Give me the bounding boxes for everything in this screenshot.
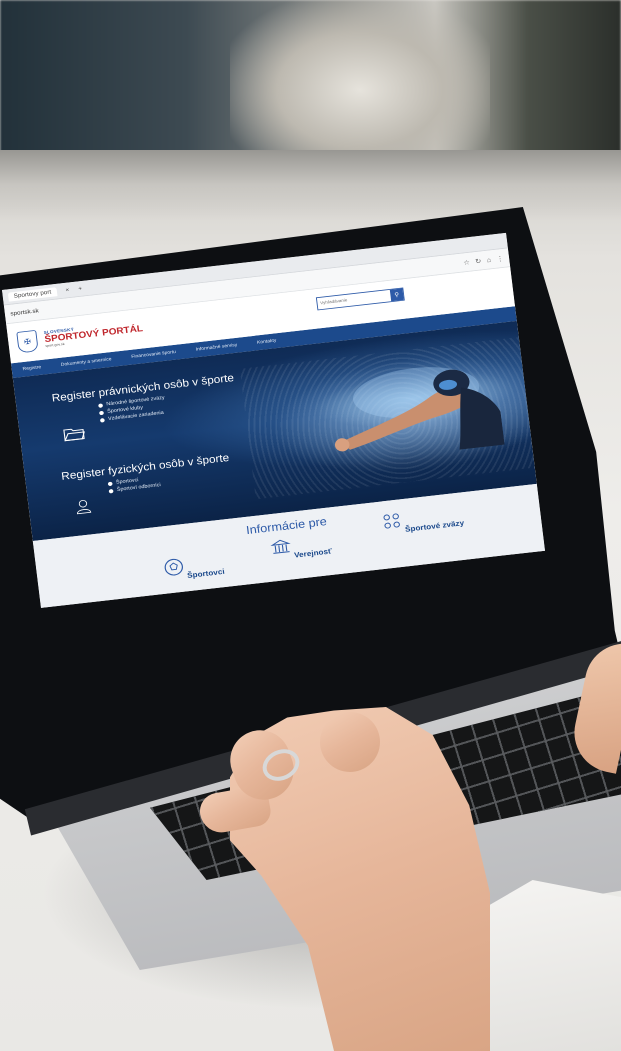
info-label: Športovci <box>186 567 226 580</box>
nav-item-kontakty[interactable]: Kontakty <box>257 338 277 345</box>
nav-item-informacne-servisy[interactable]: Informačné servisy <box>195 343 237 353</box>
register-natural-persons[interactable]: Register fyzických osôb v športe Športov… <box>61 447 272 515</box>
new-tab-icon[interactable]: + <box>78 286 82 292</box>
swimmer-image <box>334 367 505 452</box>
folder-icon <box>63 428 85 442</box>
info-item-sportovci[interactable]: Športovci <box>163 553 225 583</box>
nav-item-financovanie[interactable]: Financovanie športu <box>131 350 176 360</box>
star-icon[interactable]: ☆ <box>463 258 470 266</box>
browser-tab[interactable]: Sportovy port <box>7 286 58 302</box>
site-logo[interactable]: SLOVENSKÝ ŠPORTOVÝ PORTÁL sport.gov.sk <box>44 320 144 348</box>
browser-tool-icons: ☆ ↻ ⌂ ⋮ <box>463 254 504 266</box>
crest-icon: ✠ <box>16 329 39 354</box>
register-legal-entities[interactable]: Register právnických osôb v športe Národ… <box>51 368 263 442</box>
nav-item-registre[interactable]: Registre <box>22 365 41 372</box>
settings-icon[interactable]: ⋮ <box>496 254 504 262</box>
group-icon <box>383 513 400 529</box>
nav-item-dokumenty[interactable]: Dokumenty a smernice <box>61 357 112 368</box>
search-input[interactable] <box>317 292 391 308</box>
laptop-screen: Sportovy port × + sportsk.sk ☆ ↻ ⌂ ⋮ ✠ S… <box>2 232 545 608</box>
building-icon <box>270 539 291 554</box>
ball-icon <box>164 558 183 576</box>
user-icon <box>77 499 92 515</box>
info-label: Športové zväzy <box>404 518 465 534</box>
info-item-verejnost[interactable]: Verejnosť <box>270 532 333 562</box>
search-box: ⚲ <box>315 287 405 311</box>
close-icon[interactable]: × <box>65 287 69 293</box>
home-icon[interactable]: ⌂ <box>486 256 491 264</box>
table-edge <box>0 150 621 220</box>
refresh-icon[interactable]: ↻ <box>475 257 482 265</box>
info-label: Verejnosť <box>293 546 333 560</box>
search-icon[interactable]: ⚲ <box>389 288 404 302</box>
